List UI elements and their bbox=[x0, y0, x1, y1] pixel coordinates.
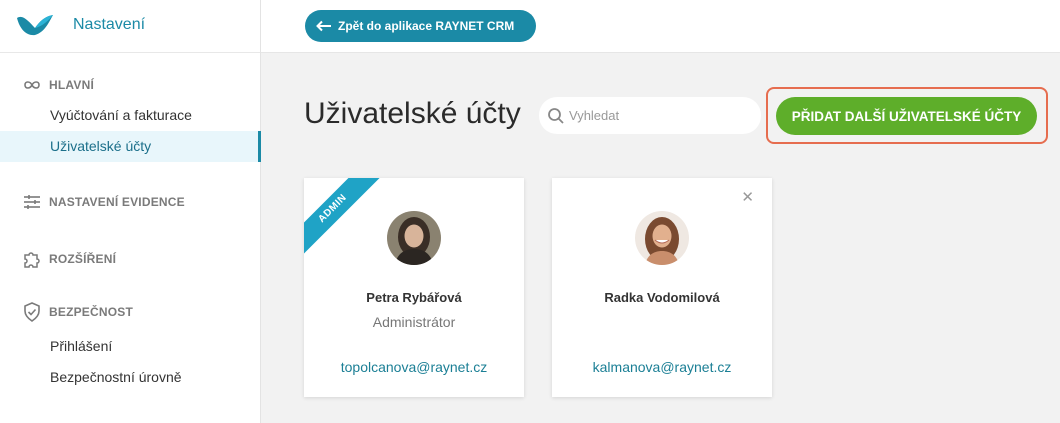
section-label: HLAVNÍ bbox=[49, 78, 94, 92]
section-bezpecnost: BEZPEČNOST Přihlášení Bezpečnostní úrovn… bbox=[0, 302, 261, 393]
user-card[interactable]: ADMIN Petra Rybářová Administrátor topol… bbox=[304, 178, 524, 397]
admin-badge: ADMIN bbox=[304, 178, 384, 258]
sidebar-item-prihlaseni[interactable]: Přihlášení bbox=[0, 331, 261, 362]
back-to-app-button[interactable]: Zpět do aplikace RAYNET CRM bbox=[305, 10, 536, 42]
app-title: Nastavení bbox=[73, 16, 146, 33]
topbar: Zpět do aplikace RAYNET CRM bbox=[261, 0, 1060, 53]
user-email-link[interactable]: topolcanova@raynet.cz bbox=[304, 359, 524, 375]
section-label: BEZPEČNOST bbox=[49, 305, 134, 319]
avatar bbox=[635, 211, 689, 265]
admin-ribbon: ADMIN bbox=[304, 178, 384, 258]
user-name: Petra Rybářová bbox=[366, 290, 462, 305]
section-label: ROZŠÍŘENÍ bbox=[49, 252, 117, 266]
infinity-icon bbox=[22, 75, 42, 95]
sliders-icon bbox=[22, 192, 42, 212]
user-name: Radka Vodomilová bbox=[604, 290, 720, 305]
section-rozsireni[interactable]: ROZŠÍŘENÍ bbox=[0, 249, 261, 269]
search-input[interactable] bbox=[569, 108, 749, 123]
section-nastaveni-evidence[interactable]: NASTAVENÍ EVIDENCE bbox=[0, 192, 261, 212]
arrow-left-icon bbox=[316, 20, 331, 32]
section-header: HLAVNÍ bbox=[0, 75, 261, 95]
user-role: Administrátor bbox=[372, 314, 456, 330]
search-icon bbox=[548, 107, 564, 124]
puzzle-icon bbox=[22, 249, 42, 269]
section-header[interactable]: NASTAVENÍ EVIDENCE bbox=[0, 192, 261, 212]
sidebar: Nastavení HLAVNÍ Vyúčtování a fakturace … bbox=[0, 0, 261, 423]
user-email-link[interactable]: kalmanova@raynet.cz bbox=[552, 359, 772, 375]
page-title: Uživatelské účty bbox=[304, 97, 521, 130]
user-card[interactable]: ✕ Radka Vodomilová kalmanova@raynet.cz bbox=[552, 178, 772, 397]
back-button-label: Zpět do aplikace RAYNET CRM bbox=[338, 19, 515, 33]
section-header[interactable]: ROZŠÍŘENÍ bbox=[0, 249, 261, 269]
sidebar-item-bezpecnostni-urovne[interactable]: Bezpečnostní úrovně bbox=[0, 362, 261, 393]
raynet-logo-icon[interactable] bbox=[15, 12, 55, 38]
avatar bbox=[387, 211, 441, 265]
section-label: NASTAVENÍ EVIDENCE bbox=[49, 195, 185, 209]
section-header: BEZPEČNOST bbox=[0, 302, 261, 322]
close-icon[interactable]: ✕ bbox=[741, 188, 754, 206]
shield-icon bbox=[22, 302, 42, 322]
sidebar-item-uzivatelske-ucty[interactable]: Uživatelské účty bbox=[0, 131, 261, 162]
section-hlavni: HLAVNÍ Vyúčtování a fakturace Uživatelsk… bbox=[0, 75, 261, 162]
search-box[interactable] bbox=[539, 97, 761, 134]
brand-header: Nastavení bbox=[0, 0, 260, 53]
add-user-accounts-button[interactable]: PŘIDAT DALŠÍ UŽIVATELSKÉ ÚČTY bbox=[776, 97, 1037, 135]
sidebar-item-vyuctovani[interactable]: Vyúčtování a fakturace bbox=[0, 100, 261, 131]
